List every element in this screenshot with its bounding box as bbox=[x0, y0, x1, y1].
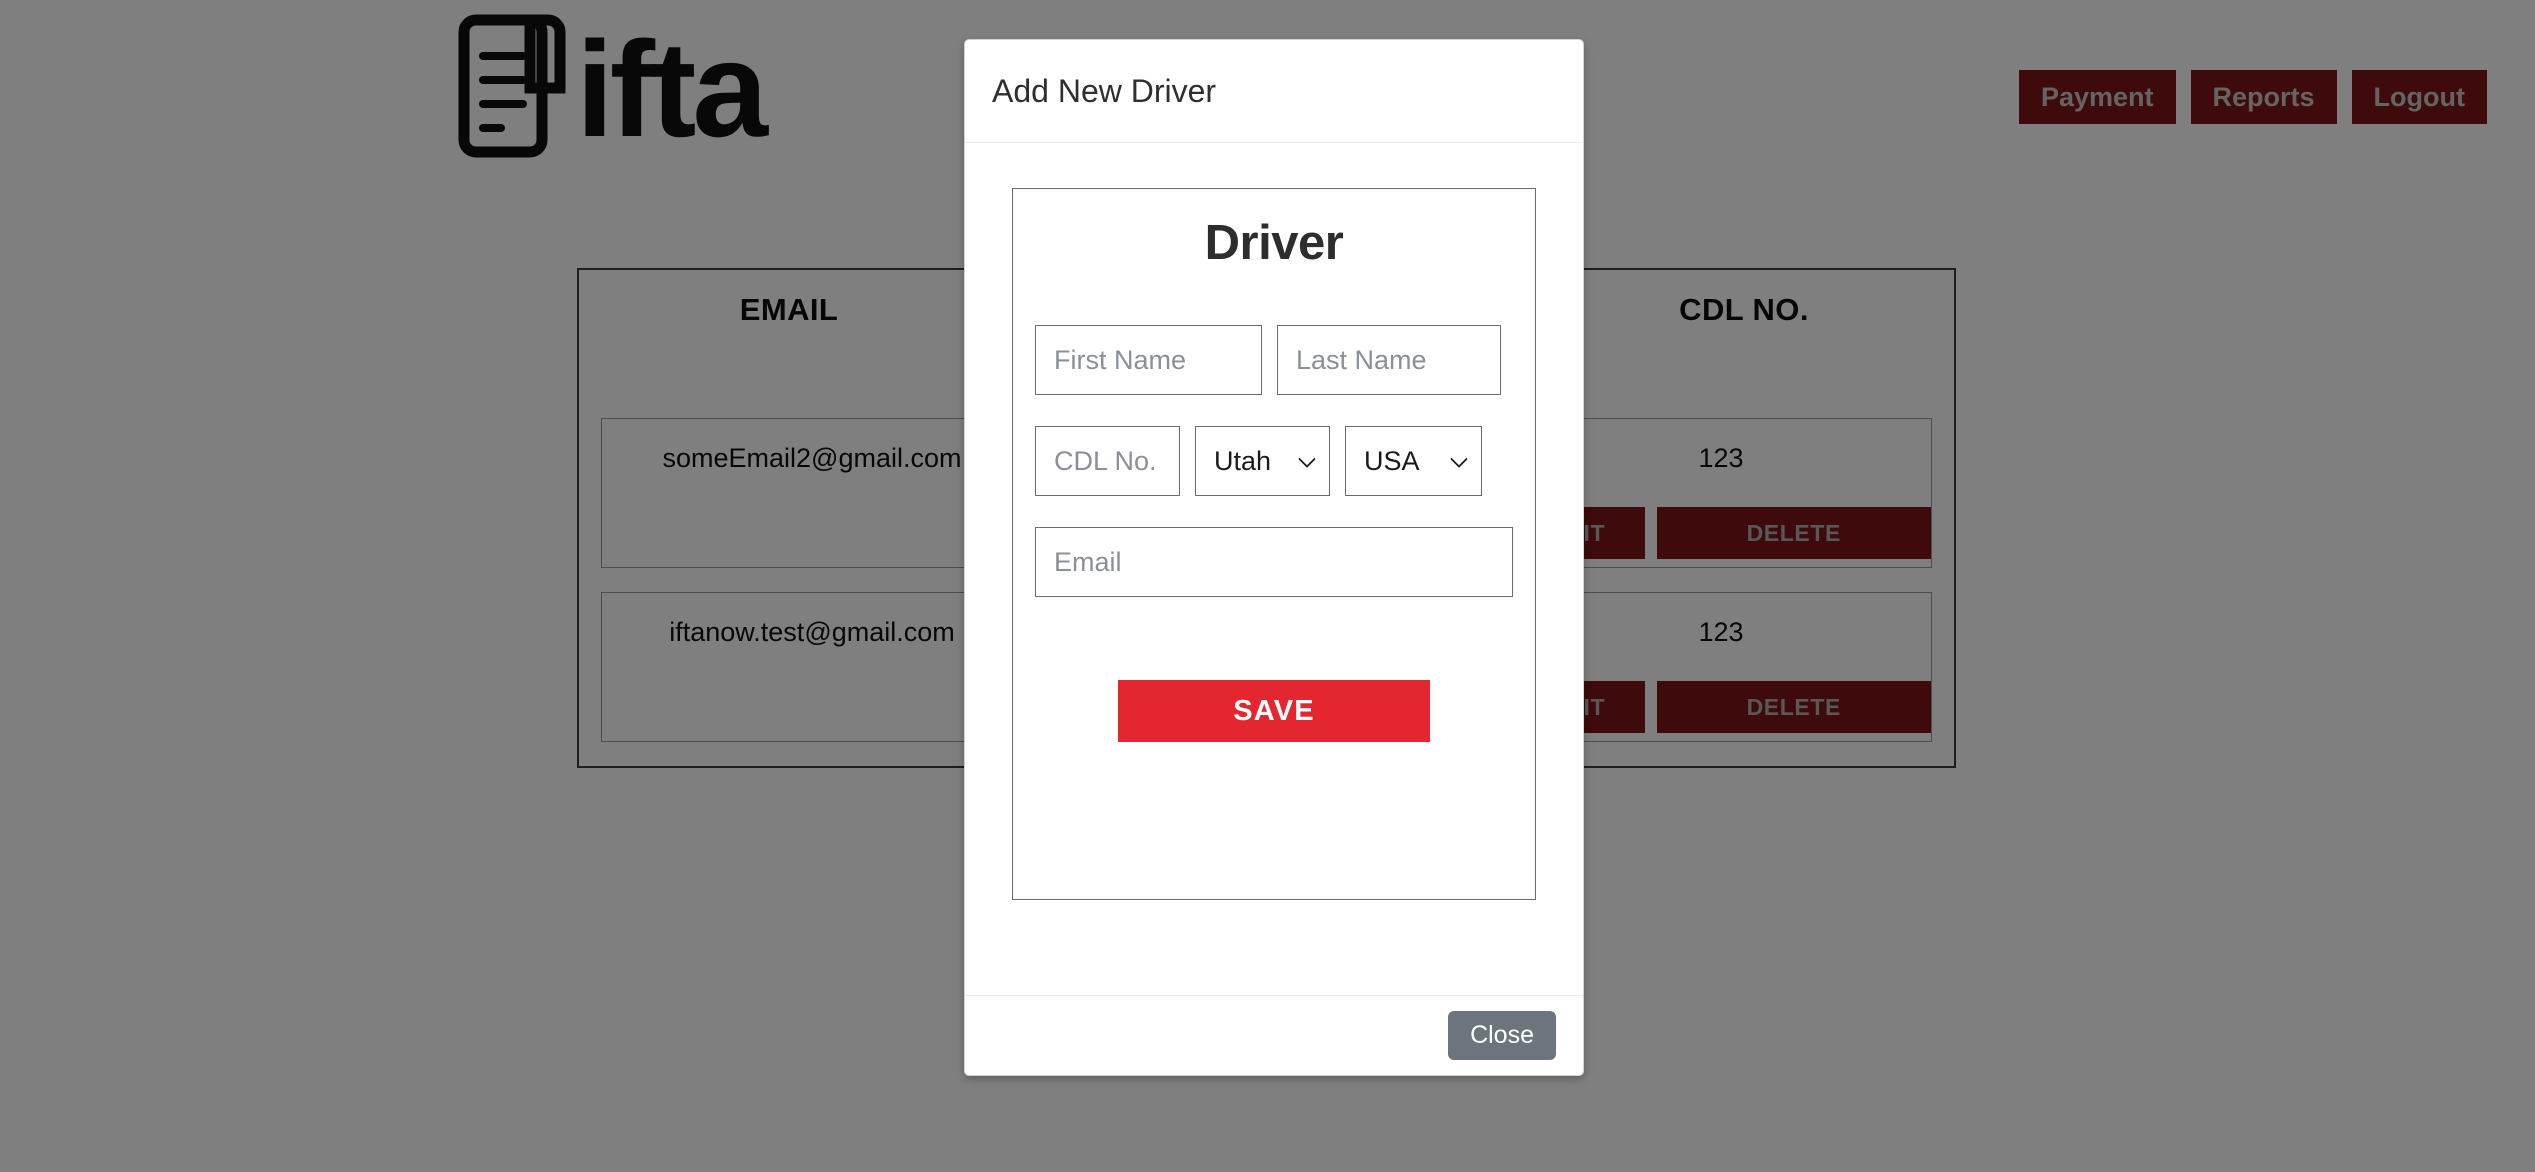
driver-form-heading: Driver bbox=[1204, 216, 1344, 270]
name-row bbox=[1035, 325, 1513, 395]
country-select-wrap: USA bbox=[1345, 426, 1482, 496]
cdl-row: Utah USA bbox=[1035, 426, 1513, 496]
modal-header: Add New Driver bbox=[965, 40, 1583, 143]
add-new-driver-modal: Add New Driver Driver Utah bbox=[964, 39, 1584, 1076]
modal-body: Driver Utah bbox=[965, 143, 1583, 995]
driver-form-card: Driver Utah bbox=[1012, 188, 1536, 900]
email-row bbox=[1035, 527, 1513, 597]
last-name-input[interactable] bbox=[1277, 325, 1501, 395]
country-select[interactable]: USA bbox=[1345, 426, 1482, 496]
close-button[interactable]: Close bbox=[1448, 1011, 1556, 1060]
modal-footer: Close bbox=[965, 995, 1583, 1075]
first-name-input[interactable] bbox=[1035, 325, 1262, 395]
save-row: SAVE bbox=[1035, 680, 1513, 742]
email-input[interactable] bbox=[1035, 527, 1513, 597]
save-button[interactable]: SAVE bbox=[1118, 680, 1430, 742]
state-select-wrap: Utah bbox=[1195, 426, 1330, 496]
state-select[interactable]: Utah bbox=[1195, 426, 1330, 496]
cdl-number-input[interactable] bbox=[1035, 426, 1180, 496]
modal-title: Add New Driver bbox=[992, 72, 1217, 109]
